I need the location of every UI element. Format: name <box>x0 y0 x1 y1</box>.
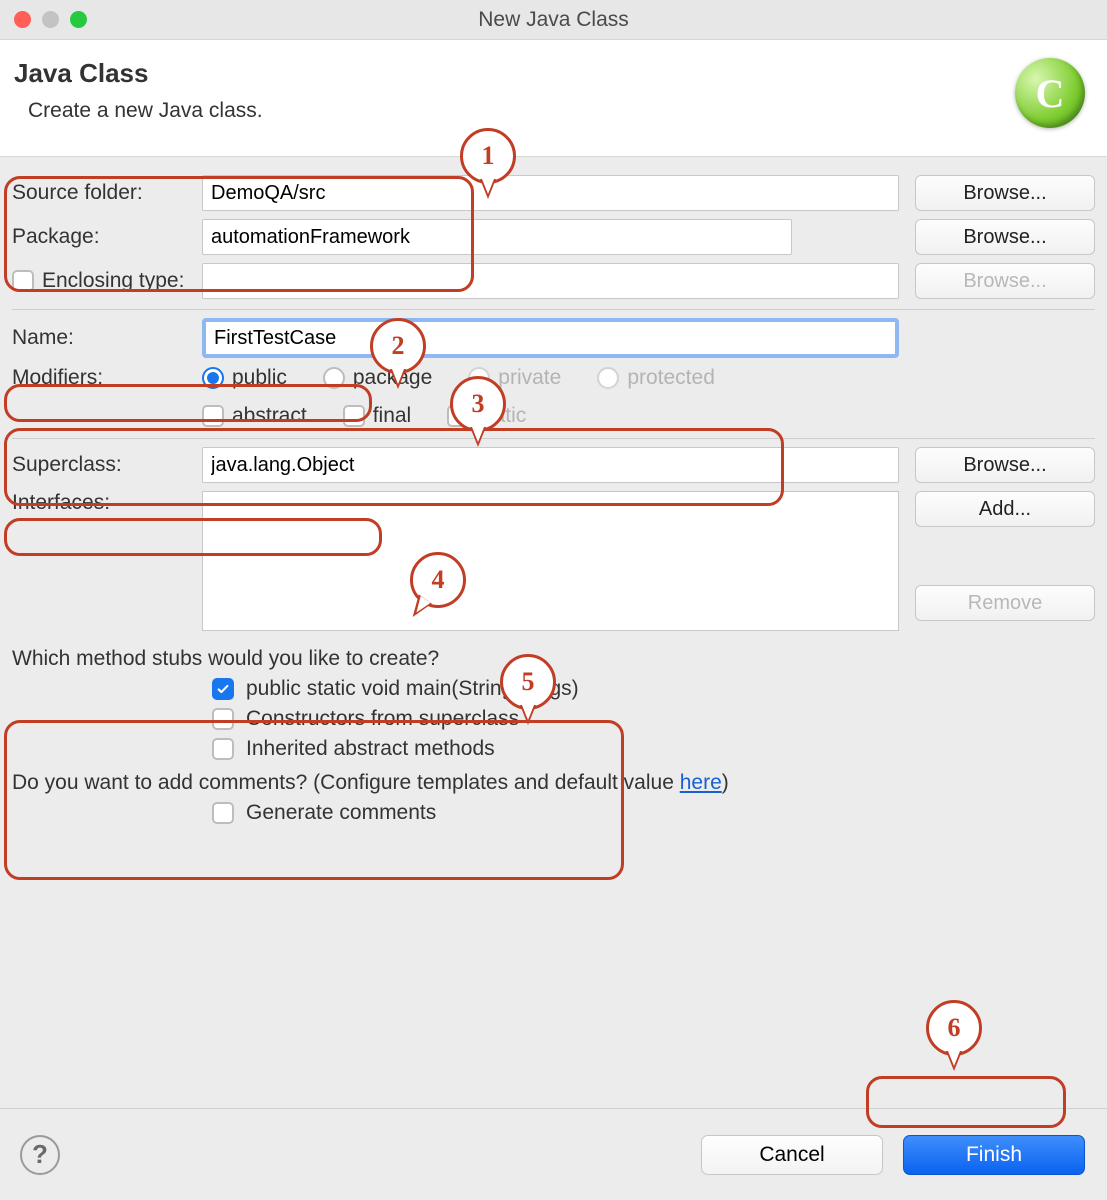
radio-icon <box>323 367 345 389</box>
titlebar: New Java Class <box>0 0 1107 40</box>
modifiers-label: Modifiers: <box>12 366 202 390</box>
remove-interface-button: Remove <box>915 585 1095 621</box>
comments-question: Do you want to add comments? (Configure … <box>12 771 1095 795</box>
modifier-public[interactable]: public <box>202 366 287 390</box>
checkbox-icon <box>212 678 234 700</box>
checkbox-icon <box>212 738 234 760</box>
modifier-abstract[interactable]: abstract <box>202 404 307 428</box>
finish-button[interactable]: Finish <box>903 1135 1085 1175</box>
interfaces-list[interactable] <box>202 491 899 631</box>
configure-templates-link[interactable]: here <box>680 771 722 794</box>
modifier-static: static <box>447 404 526 428</box>
page-subtitle: Create a new Java class. <box>28 99 263 123</box>
add-interface-button[interactable]: Add... <box>915 491 1095 527</box>
radio-icon <box>202 367 224 389</box>
source-folder-label: Source folder: <box>12 181 202 205</box>
package-input[interactable] <box>202 219 792 255</box>
modifier-protected: protected <box>597 366 715 390</box>
page-title: Java Class <box>14 58 263 89</box>
modifier-final[interactable]: final <box>343 404 412 428</box>
annotation-bubble-6: 6 <box>926 1000 982 1056</box>
generate-comments[interactable]: Generate comments <box>212 801 1095 825</box>
source-folder-input[interactable] <box>202 175 899 211</box>
generate-comments-label: Generate comments <box>246 801 436 825</box>
radio-icon <box>468 367 490 389</box>
stub-constructors[interactable]: Constructors from superclass <box>212 707 1095 731</box>
stub-constructors-label: Constructors from superclass <box>246 707 519 731</box>
browse-superclass-button[interactable]: Browse... <box>915 447 1095 483</box>
enclosing-type-label: Enclosing type: <box>42 269 184 293</box>
enclosing-type-checkbox[interactable] <box>12 270 34 292</box>
interfaces-label: Interfaces: <box>12 491 202 515</box>
window-title: New Java Class <box>0 8 1107 32</box>
class-icon: C <box>1015 58 1085 128</box>
checkbox-icon <box>343 405 365 427</box>
other-modifier-group: abstract final static <box>202 404 899 428</box>
stub-main[interactable]: public static void main(String[] args) <box>212 677 1095 701</box>
name-input[interactable] <box>202 318 899 358</box>
help-button[interactable]: ? <box>20 1135 60 1175</box>
checkbox-icon <box>202 405 224 427</box>
name-label: Name: <box>12 326 202 350</box>
stub-main-label: public static void main(String[] args) <box>246 677 579 701</box>
checkbox-icon <box>212 802 234 824</box>
package-label: Package: <box>12 225 202 249</box>
superclass-label: Superclass: <box>12 453 202 477</box>
cancel-button[interactable]: Cancel <box>701 1135 883 1175</box>
modifier-package[interactable]: package <box>323 366 432 390</box>
wizard-footer: ? Cancel Finish <box>0 1108 1107 1200</box>
method-stubs-question: Which method stubs would you like to cre… <box>12 647 1095 671</box>
browse-package-button[interactable]: Browse... <box>915 219 1095 255</box>
superclass-input[interactable] <box>202 447 899 483</box>
wizard-header: Java Class Create a new Java class. C <box>0 40 1107 157</box>
access-modifier-group: public package private protected <box>202 366 899 390</box>
browse-enclosing-button: Browse... <box>915 263 1095 299</box>
browse-source-folder-button[interactable]: Browse... <box>915 175 1095 211</box>
enclosing-type-input <box>202 263 899 299</box>
stub-inherited[interactable]: Inherited abstract methods <box>212 737 1095 761</box>
checkbox-icon <box>447 405 469 427</box>
stub-inherited-label: Inherited abstract methods <box>246 737 495 761</box>
radio-icon <box>597 367 619 389</box>
modifier-private: private <box>468 366 561 390</box>
checkbox-icon <box>212 708 234 730</box>
